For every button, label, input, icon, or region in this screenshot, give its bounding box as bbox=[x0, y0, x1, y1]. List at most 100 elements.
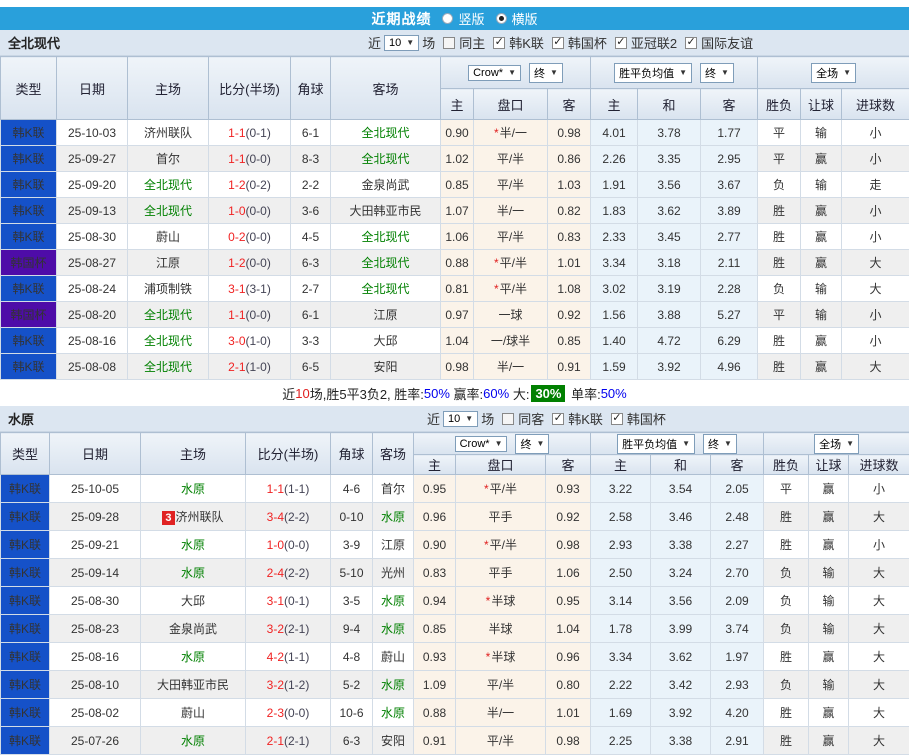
away-team-link[interactable]: 水原 bbox=[381, 510, 405, 524]
horizontal-layout-label[interactable]: 横版 bbox=[512, 9, 538, 28]
home-team-link[interactable]: 首尔 bbox=[156, 152, 180, 166]
away-team-link[interactable]: 江原 bbox=[381, 538, 405, 552]
odds-source-select[interactable]: 终▼ bbox=[529, 63, 563, 83]
odds-source-select[interactable]: 胜平负均值▼ bbox=[617, 434, 695, 454]
away-team-link[interactable]: 全北现代 bbox=[361, 256, 409, 270]
home-team-cell[interactable]: 3济州联队 bbox=[141, 503, 246, 531]
home-team-link[interactable]: 浦项制铁 bbox=[144, 282, 192, 296]
home-team-link[interactable]: 大田韩亚市民 bbox=[157, 678, 229, 692]
away-team-cell[interactable]: 全北现代 bbox=[331, 224, 441, 250]
away-team-link[interactable]: 全北现代 bbox=[361, 152, 409, 166]
league-checkbox-label[interactable]: 韩K联 bbox=[568, 409, 603, 428]
away-team-cell[interactable]: 全北现代 bbox=[331, 250, 441, 276]
home-team-link[interactable]: 全北现代 bbox=[144, 204, 192, 218]
away-team-cell[interactable]: 水原 bbox=[373, 615, 414, 643]
match-count-select[interactable]: 10▼ bbox=[443, 411, 478, 427]
away-team-link[interactable]: 大邱 bbox=[373, 334, 397, 348]
odds-source-select[interactable]: Crow*▼ bbox=[455, 436, 508, 452]
same-venue-checkbox[interactable]: ✓ bbox=[502, 413, 514, 425]
home-team-link[interactable]: 全北现代 bbox=[144, 178, 192, 192]
home-team-link[interactable]: 水原 bbox=[181, 538, 205, 552]
away-team-link[interactable]: 安阳 bbox=[373, 360, 397, 374]
league-checkbox-label[interactable]: 韩K联 bbox=[509, 33, 544, 52]
vertical-layout-radio[interactable] bbox=[442, 13, 453, 24]
odds-source-select[interactable]: Crow*▼ bbox=[468, 65, 521, 81]
away-team-link[interactable]: 首尔 bbox=[381, 482, 405, 496]
league-checkbox-label[interactable]: 韩国杯 bbox=[568, 33, 607, 52]
home-team-link[interactable]: 水原 bbox=[181, 482, 205, 496]
away-team-link[interactable]: 水原 bbox=[381, 678, 405, 692]
league-checkbox-label[interactable]: 韩国杯 bbox=[627, 409, 666, 428]
odds-source-select[interactable]: 全场▼ bbox=[811, 63, 856, 83]
away-team-link[interactable]: 光州 bbox=[381, 566, 405, 580]
away-team-cell[interactable]: 全北现代 bbox=[331, 120, 441, 146]
home-team-link[interactable]: 江原 bbox=[156, 256, 180, 270]
same-venue-checkbox[interactable]: ✓ bbox=[443, 37, 455, 49]
league-checkbox[interactable]: ✓ bbox=[493, 37, 505, 49]
away-team-cell[interactable]: 首尔 bbox=[373, 475, 414, 503]
horizontal-layout-radio[interactable] bbox=[496, 13, 507, 24]
home-team-link[interactable]: 金泉尚武 bbox=[169, 622, 217, 636]
away-team-link[interactable]: 蔚山 bbox=[381, 650, 405, 664]
away-team-cell[interactable]: 水原 bbox=[373, 671, 414, 699]
away-team-link[interactable]: 大田韩亚市民 bbox=[349, 204, 421, 218]
home-team-link[interactable]: 水原 bbox=[181, 566, 205, 580]
odds-source-select[interactable]: 终▼ bbox=[515, 434, 549, 454]
away-team-cell[interactable]: 江原 bbox=[373, 531, 414, 559]
home-team-cell[interactable]: 水原 bbox=[141, 559, 246, 587]
home-team-cell[interactable]: 全北现代 bbox=[128, 198, 209, 224]
league-checkbox-label[interactable]: 亚冠联2 bbox=[631, 33, 677, 52]
league-checkbox[interactable]: ✓ bbox=[615, 37, 627, 49]
away-team-link[interactable]: 水原 bbox=[381, 706, 405, 720]
home-team-cell[interactable]: 金泉尚武 bbox=[141, 615, 246, 643]
home-team-link[interactable]: 全北现代 bbox=[144, 308, 192, 322]
home-team-link[interactable]: 蔚山 bbox=[181, 706, 205, 720]
odds-source-select[interactable]: 胜平负均值▼ bbox=[614, 63, 692, 83]
away-team-cell[interactable]: 大田韩亚市民 bbox=[331, 198, 441, 224]
away-team-cell[interactable]: 江原 bbox=[331, 302, 441, 328]
home-team-link[interactable]: 大邱 bbox=[181, 594, 205, 608]
league-checkbox[interactable]: ✓ bbox=[611, 413, 623, 425]
home-team-cell[interactable]: 大邱 bbox=[141, 587, 246, 615]
odds-source-select[interactable]: 终▼ bbox=[700, 63, 734, 83]
away-team-cell[interactable]: 全北现代 bbox=[331, 276, 441, 302]
vertical-layout-label[interactable]: 竖版 bbox=[458, 9, 484, 28]
away-team-cell[interactable]: 水原 bbox=[373, 699, 414, 727]
away-team-link[interactable]: 水原 bbox=[381, 594, 405, 608]
home-team-cell[interactable]: 蔚山 bbox=[128, 224, 209, 250]
away-team-link[interactable]: 全北现代 bbox=[361, 126, 409, 140]
home-team-cell[interactable]: 全北现代 bbox=[128, 328, 209, 354]
home-team-cell[interactable]: 浦项制铁 bbox=[128, 276, 209, 302]
away-team-link[interactable]: 安阳 bbox=[381, 734, 405, 748]
away-team-link[interactable]: 水原 bbox=[381, 622, 405, 636]
home-team-cell[interactable]: 全北现代 bbox=[128, 172, 209, 198]
odds-source-select[interactable]: 终▼ bbox=[703, 434, 737, 454]
home-team-cell[interactable]: 大田韩亚市民 bbox=[141, 671, 246, 699]
away-team-cell[interactable]: 金泉尚武 bbox=[331, 172, 441, 198]
home-team-link[interactable]: 全北现代 bbox=[144, 360, 192, 374]
away-team-link[interactable]: 江原 bbox=[373, 308, 397, 322]
home-team-cell[interactable]: 蔚山 bbox=[141, 699, 246, 727]
away-team-cell[interactable]: 安阳 bbox=[373, 727, 414, 755]
home-team-cell[interactable]: 水原 bbox=[141, 531, 246, 559]
league-checkbox[interactable]: ✓ bbox=[552, 413, 564, 425]
away-team-cell[interactable]: 蔚山 bbox=[373, 643, 414, 671]
league-checkbox[interactable]: ✓ bbox=[552, 37, 564, 49]
home-team-link[interactable]: 水原 bbox=[181, 650, 205, 664]
home-team-cell[interactable]: 江原 bbox=[128, 250, 209, 276]
home-team-cell[interactable]: 水原 bbox=[141, 643, 246, 671]
away-team-cell[interactable]: 水原 bbox=[373, 587, 414, 615]
league-checkbox-label[interactable]: 国际友谊 bbox=[701, 33, 753, 52]
home-team-link[interactable]: 济州联队 bbox=[176, 510, 224, 524]
away-team-cell[interactable]: 大邱 bbox=[331, 328, 441, 354]
away-team-link[interactable]: 全北现代 bbox=[361, 282, 409, 296]
away-team-link[interactable]: 金泉尚武 bbox=[361, 178, 409, 192]
same-venue-label[interactable]: 同主 bbox=[459, 33, 485, 52]
home-team-cell[interactable]: 首尔 bbox=[128, 146, 209, 172]
away-team-link[interactable]: 全北现代 bbox=[361, 230, 409, 244]
home-team-cell[interactable]: 水原 bbox=[141, 727, 246, 755]
home-team-cell[interactable]: 全北现代 bbox=[128, 354, 209, 380]
same-venue-label[interactable]: 同客 bbox=[518, 409, 544, 428]
home-team-cell[interactable]: 全北现代 bbox=[128, 302, 209, 328]
league-checkbox[interactable]: ✓ bbox=[685, 37, 697, 49]
